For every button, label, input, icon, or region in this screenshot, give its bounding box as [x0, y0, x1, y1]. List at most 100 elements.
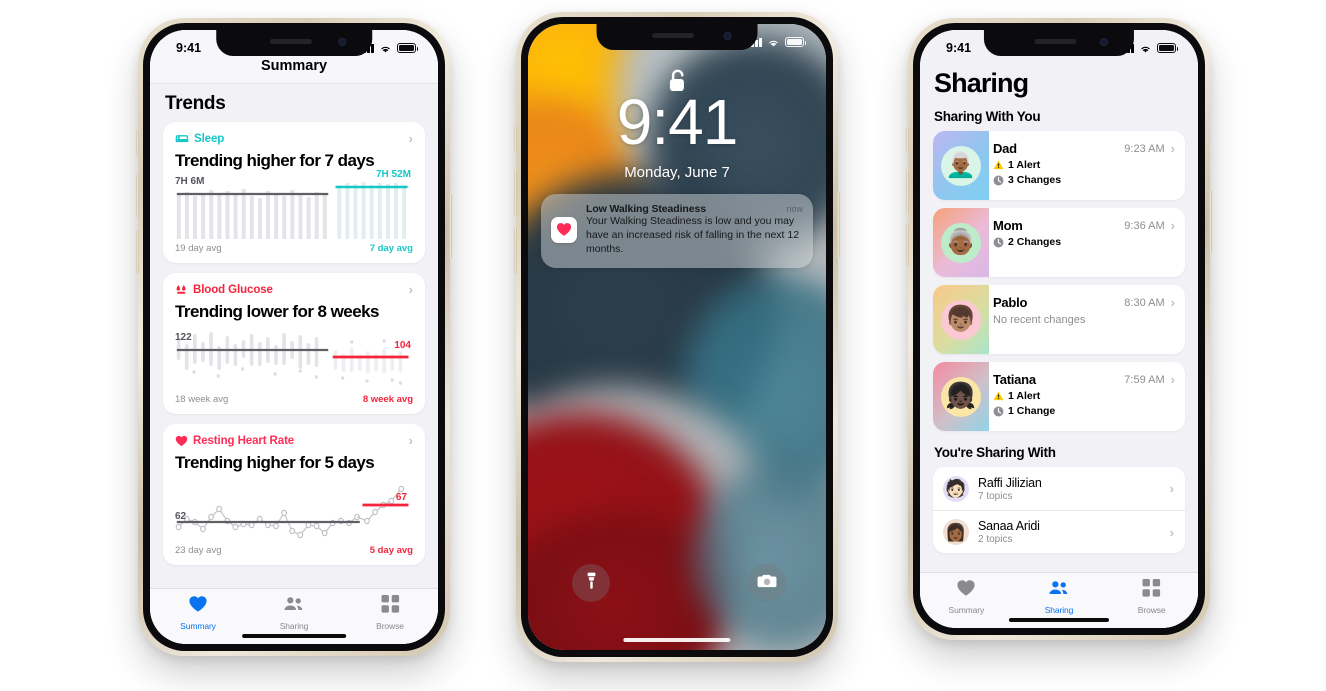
section-youre-sharing-with: You're Sharing With [934, 445, 1056, 460]
heart-icon [175, 435, 188, 447]
phone-sharing: 9:41 Sharing Sharing With You [906, 18, 1212, 640]
heart-icon [956, 579, 976, 602]
wifi-icon [379, 43, 392, 53]
list-item[interactable]: 👨🏾‍🦳 Dad [933, 131, 1185, 200]
list-item[interactable]: 👦🏽 Pablo No recent changes 8:30 AM › [933, 285, 1185, 354]
status-time: 9:41 [176, 41, 202, 55]
sharing-screen: 9:41 Sharing Sharing With You [920, 30, 1198, 628]
health-summary-screen: 9:41 Summary Trends Sleep › Trending hig… [150, 30, 438, 644]
section-title-trends: Trends [165, 93, 226, 114]
tab-sharing[interactable]: Sharing [1013, 579, 1106, 615]
chevron-right-icon[interactable]: › [1171, 142, 1175, 155]
memoji: 👦🏽 [941, 299, 981, 340]
battery-icon [397, 43, 419, 53]
tab-label: Summary [948, 605, 985, 615]
card-kind-label: Resting Heart Rate [193, 434, 295, 447]
avatar: 👩🏾 [943, 519, 969, 545]
chevron-right-icon[interactable]: › [1171, 373, 1175, 386]
tab-summary[interactable]: Summary [150, 595, 246, 631]
notification-body: Your Walking Steadiness is low and you m… [586, 215, 800, 255]
change-count: 3 Changes [1008, 174, 1062, 186]
home-indicator[interactable] [242, 633, 346, 638]
wifi-icon [1139, 43, 1152, 53]
glucose-baseline-value: 122 [175, 332, 192, 343]
chevron-right-icon[interactable]: › [409, 434, 413, 447]
chevron-right-icon[interactable]: › [409, 283, 413, 296]
wifi-icon [767, 37, 780, 47]
sharing-scroll-area[interactable]: Sharing Sharing With You 👨🏾‍🦳 [920, 30, 1198, 628]
tab-sharing[interactable]: Sharing [246, 595, 342, 631]
card-headline: Trending higher for 7 days [175, 151, 375, 170]
trend-card-sleep[interactable]: Sleep › Trending higher for 7 days 7H 6M… [163, 122, 425, 263]
memoji: 👵🏾 [941, 222, 981, 263]
list-item[interactable]: 👩🏾 Sanaa Aridi 2 topics › [933, 510, 1185, 553]
people-icon [1048, 579, 1070, 602]
card-kind-label: Sleep [194, 132, 225, 145]
change-icon [993, 175, 1004, 186]
warning-icon [993, 160, 1004, 170]
chevron-right-icon[interactable]: › [1170, 482, 1174, 495]
avatar: 🧑🏻 [943, 475, 969, 502]
flashlight-button[interactable] [572, 564, 610, 602]
tab-browse[interactable]: Browse [1105, 579, 1198, 615]
section-sharing-with-you: Sharing With You [934, 109, 1041, 124]
sleep-chart: 7H 6M 7H 52M [175, 169, 413, 239]
sleep-foot-left: 19 day avg [175, 243, 222, 254]
memoji: 👧🏿 [941, 376, 981, 417]
alert-count: 1 Alert [1008, 159, 1041, 171]
status-time: 9:41 [946, 41, 972, 55]
chevron-right-icon[interactable]: › [409, 132, 413, 145]
tab-label: Summary [180, 621, 216, 631]
notification-banner[interactable]: Low Walking Steadiness now Your Walking … [541, 194, 813, 268]
glucose-icon [175, 284, 188, 295]
timestamp: 8:30 AM [1124, 296, 1165, 309]
tab-browse[interactable]: Browse [342, 595, 438, 631]
list-item[interactable]: 👵🏾 Mom 2 Changes 9:36 AM › [933, 208, 1185, 277]
battery-icon [785, 37, 807, 47]
contact-name: Mom [993, 218, 1023, 233]
tab-label: Sharing [279, 621, 309, 631]
home-indicator[interactable] [623, 637, 731, 642]
avatar: 👵🏾 [933, 208, 989, 277]
list-item[interactable]: 🧑🏻 Raffi Jilizian 7 topics › [933, 467, 1185, 510]
bed-icon [175, 133, 189, 144]
card-kind-label: Blood Glucose [193, 283, 273, 296]
trend-card-blood-glucose[interactable]: Blood Glucose › Trending lower for 8 wee… [163, 273, 425, 414]
phone-health-summary: 9:41 Summary Trends Sleep › Trending hig… [136, 18, 452, 656]
timestamp: 9:23 AM [1124, 142, 1165, 155]
lock-screen[interactable]: 9:41 Monday, June 7 Low Walking Steadine… [528, 24, 826, 650]
chevron-right-icon[interactable]: › [1171, 219, 1175, 232]
list-item[interactable]: 👧🏿 Tatiana 1 Alert 1 Change 7:59 AM › [933, 362, 1185, 431]
topic-count: 2 topics [978, 534, 1013, 545]
contact-name: Pablo [993, 295, 1028, 310]
contact-name: Sanaa Aridi [978, 519, 1040, 533]
blood-glucose-chart: 122 104 [175, 328, 413, 390]
no-changes-label: No recent changes [993, 314, 1086, 326]
avatar: 👧🏿 [933, 362, 989, 431]
memoji: 👨🏾‍🦳 [941, 145, 981, 186]
trends-scroll-area[interactable]: Trends Sleep › Trending higher for 7 day… [150, 84, 438, 644]
glucose-foot-right: 8 week avg [362, 394, 413, 405]
battery-icon [1157, 43, 1179, 53]
screenshot-root: 9:41 Summary Trends Sleep › Trending hig… [0, 0, 1326, 691]
notch [983, 30, 1135, 56]
tab-summary[interactable]: Summary [920, 579, 1013, 615]
chevron-right-icon[interactable]: › [1170, 526, 1174, 539]
avatar: 👦🏽 [933, 285, 989, 354]
camera-button[interactable] [748, 564, 786, 602]
home-indicator[interactable] [1008, 617, 1110, 622]
grid-icon [1142, 579, 1161, 602]
lock-screen-time: 9:41 [616, 86, 739, 158]
youre-sharing-with-list: 🧑🏻 Raffi Jilizian 7 topics › 👩🏾 Sanaa Ar… [933, 467, 1185, 553]
change-count: 2 Changes [1008, 236, 1062, 248]
rhr-trend-value: 67 [395, 492, 407, 503]
avatar: 👨🏾‍🦳 [933, 131, 989, 200]
lock-screen-date: Monday, June 7 [624, 164, 730, 181]
timestamp: 9:36 AM [1124, 219, 1165, 232]
sleep-trend-value: 7H 52M [375, 169, 411, 180]
trend-card-resting-heart-rate[interactable]: Resting Heart Rate › Trending higher for… [163, 424, 425, 565]
card-headline: Trending higher for 5 days [175, 453, 375, 472]
flashlight-icon [586, 572, 597, 595]
card-headline: Trending lower for 8 weeks [175, 302, 379, 321]
chevron-right-icon[interactable]: › [1171, 296, 1175, 309]
